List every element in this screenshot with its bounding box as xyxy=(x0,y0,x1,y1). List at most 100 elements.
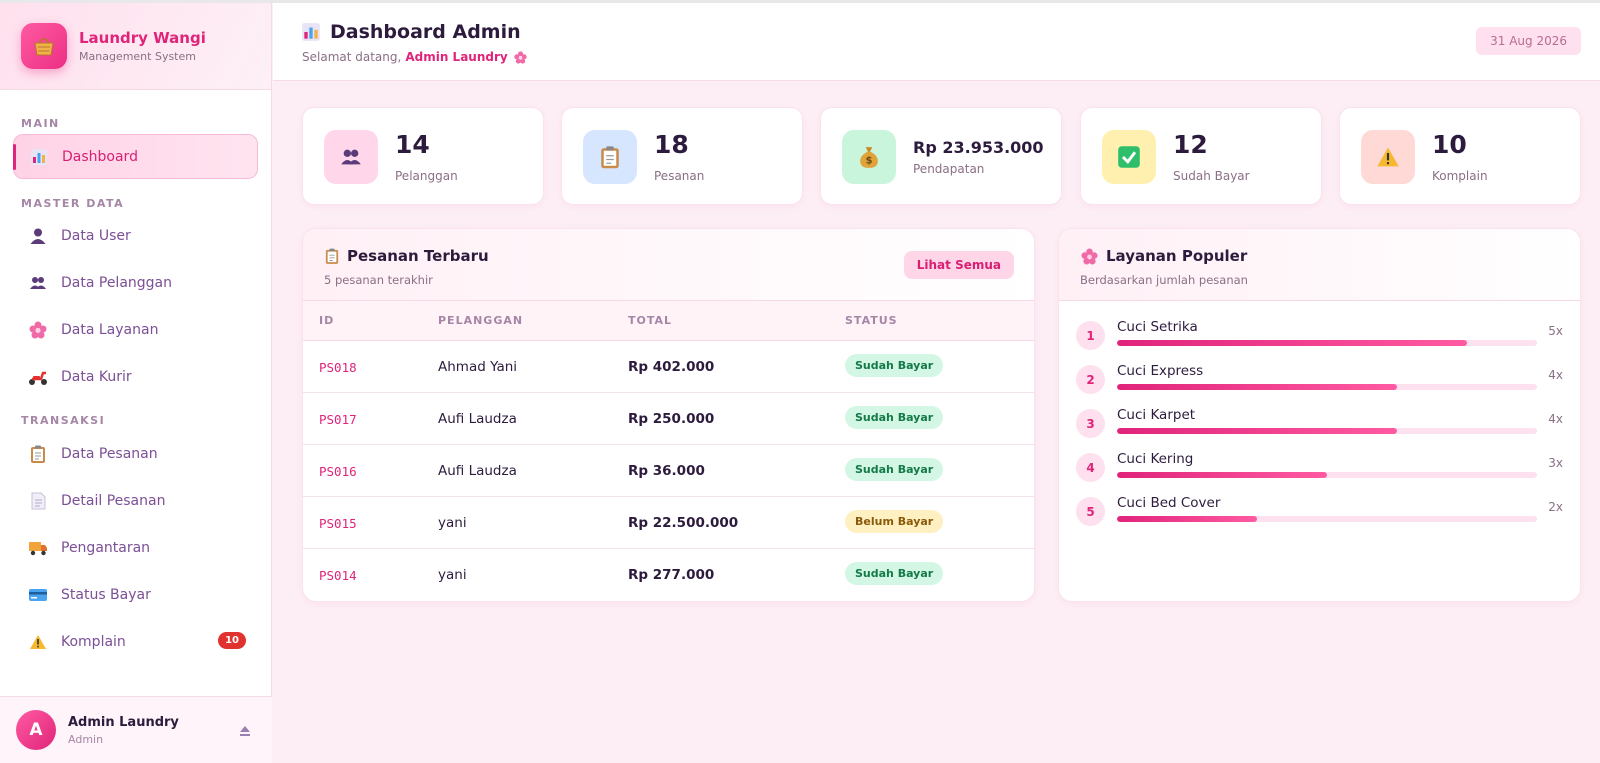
column-header-total[interactable]: TOTAL xyxy=(628,314,672,327)
stat-card-sudah-bayar[interactable]: 12 Sudah Bayar xyxy=(1080,107,1322,205)
sidebar-item-detail-pesanan[interactable]: Detail Pesanan xyxy=(13,478,258,523)
brand-name: Laundry Wangi xyxy=(79,29,206,47)
sidebar-item-data-user[interactable]: Data User xyxy=(13,213,258,258)
view-all-button[interactable]: Lihat Semua xyxy=(903,251,1014,279)
stat-label: Sudah Bayar xyxy=(1173,169,1250,183)
komplain-count-badge: 10 xyxy=(218,632,246,649)
sidebar-item-status-bayar[interactable]: Status Bayar xyxy=(13,572,258,617)
user-name: Admin Laundry xyxy=(68,714,179,730)
table-row[interactable]: PS014 yani Rp 277.000 Sudah Bayar xyxy=(303,549,1034,601)
service-progress-fill xyxy=(1117,428,1398,434)
page-title-text: Dashboard Admin xyxy=(330,21,521,43)
eject-icon[interactable] xyxy=(238,723,252,737)
chart-icon xyxy=(28,146,50,168)
service-rank: 5 xyxy=(1076,497,1105,526)
service-name: Cuci Express xyxy=(1117,363,1204,379)
service-count: 2x xyxy=(1548,500,1563,514)
sidebar-item-label: Data User xyxy=(61,227,131,244)
panel-header: Layanan Populer Berdasarkan jumlah pesan… xyxy=(1059,229,1580,301)
column-header-status[interactable]: STATUS xyxy=(845,314,898,327)
sidebar-item-data-layanan[interactable]: Data Layanan xyxy=(13,307,258,352)
stat-card-komplain[interactable]: 10 Komplain xyxy=(1339,107,1581,205)
brand-subtitle: Management System xyxy=(79,50,196,63)
sidebar-item-data-kurir[interactable]: Data Kurir xyxy=(13,354,258,399)
sidebar-item-komplain[interactable]: Komplain 10 xyxy=(13,619,258,664)
panel-title: Pesanan Terbaru xyxy=(325,247,489,265)
service-item[interactable]: 1 Cuci Setrika 5x xyxy=(1076,319,1563,359)
order-total: Rp 22.500.000 xyxy=(628,515,739,531)
order-total: Rp 250.000 xyxy=(628,411,715,427)
popular-services-panel: Layanan Populer Berdasarkan jumlah pesan… xyxy=(1058,228,1581,602)
service-rank: 3 xyxy=(1076,409,1105,438)
panel-subtitle: Berdasarkan jumlah pesanan xyxy=(1080,273,1248,287)
order-id[interactable]: PS014 xyxy=(319,568,357,583)
greeting: Selamat datang, Admin Laundry xyxy=(302,50,527,64)
money-bag-icon: $ xyxy=(842,130,896,184)
service-name: Cuci Karpet xyxy=(1117,407,1196,423)
order-id[interactable]: PS018 xyxy=(319,360,357,375)
sidebar-item-pengantaran[interactable]: Pengantaran xyxy=(13,525,258,570)
service-progress-bar xyxy=(1117,428,1537,434)
service-name: Cuci Setrika xyxy=(1117,319,1198,335)
stat-value: 18 xyxy=(654,130,689,159)
panel-header: Pesanan Terbaru 5 pesanan terakhir Lihat… xyxy=(303,229,1034,301)
stat-card-pendapatan[interactable]: $ Rp 23.953.000 Pendapatan xyxy=(820,107,1062,205)
laundry-basket-icon xyxy=(21,23,67,69)
service-name: Cuci Kering xyxy=(1117,451,1194,467)
sidebar-item-dashboard[interactable]: Dashboard xyxy=(13,134,258,179)
table-row[interactable]: PS015 yani Rp 22.500.000 Belum Bayar xyxy=(303,497,1034,549)
order-total: Rp 402.000 xyxy=(628,359,715,375)
service-progress-bar xyxy=(1117,472,1537,478)
flower-icon xyxy=(27,319,49,341)
service-count: 4x xyxy=(1548,368,1563,382)
service-progress-bar xyxy=(1117,516,1537,522)
service-rank: 4 xyxy=(1076,453,1105,482)
brand[interactable]: Laundry Wangi Management System xyxy=(0,3,271,90)
nav-section-main: MAIN xyxy=(21,117,60,130)
order-customer: yani xyxy=(438,515,467,531)
recent-orders-panel: Pesanan Terbaru 5 pesanan terakhir Lihat… xyxy=(302,228,1035,602)
users-icon xyxy=(27,272,49,294)
clipboard-icon xyxy=(325,248,339,264)
sidebar-item-label: Pengantaran xyxy=(61,539,151,556)
order-customer: yani xyxy=(438,567,467,583)
service-count: 4x xyxy=(1548,412,1563,426)
greeting-name: Admin Laundry xyxy=(405,50,508,64)
service-progress-fill xyxy=(1117,340,1468,346)
order-id[interactable]: PS015 xyxy=(319,516,357,531)
order-customer: Ahmad Yani xyxy=(438,359,518,375)
service-item[interactable]: 4 Cuci Kering 3x xyxy=(1076,451,1563,491)
column-header-id[interactable]: ID xyxy=(319,314,334,327)
sidebar-item-data-pelanggan[interactable]: Data Pelanggan xyxy=(13,260,258,305)
column-header-pelanggan[interactable]: PELANGGAN xyxy=(438,314,523,327)
orders-table-body: PS018 Ahmad Yani Rp 402.000 Sudah Bayar PS01… xyxy=(303,341,1034,601)
service-item[interactable]: 2 Cuci Express 4x xyxy=(1076,363,1563,403)
flower-icon xyxy=(514,50,527,64)
date-badge: 31 Aug 2026 xyxy=(1476,27,1581,55)
stat-value: 14 xyxy=(395,130,430,159)
warning-icon xyxy=(27,631,49,653)
document-icon xyxy=(27,490,49,512)
nav-section-transaksi: TRANSAKSI xyxy=(21,414,106,427)
service-item[interactable]: 3 Cuci Karpet 4x xyxy=(1076,407,1563,447)
stat-card-pesanan[interactable]: 18 Pesanan xyxy=(561,107,803,205)
order-total: Rp 277.000 xyxy=(628,567,715,583)
panel-subtitle: 5 pesanan terakhir xyxy=(324,273,433,287)
sidebar-item-label: Data Layanan xyxy=(61,321,159,338)
table-row[interactable]: PS017 Aufi Laudza Rp 250.000 Sudah Bayar xyxy=(303,393,1034,445)
truck-icon xyxy=(27,537,49,559)
chart-icon xyxy=(301,22,321,42)
sidebar-item-label: Dashboard xyxy=(62,148,138,165)
sidebar-item-data-pesanan[interactable]: Data Pesanan xyxy=(13,431,258,476)
table-row[interactable]: PS016 Aufi Laudza Rp 36.000 Sudah Bayar xyxy=(303,445,1034,497)
sidebar-item-label: Data Pesanan xyxy=(61,445,158,462)
user-profile[interactable]: A Admin Laundry Admin xyxy=(0,696,272,763)
page-header: Dashboard Admin Selamat datang, Admin La… xyxy=(273,3,1600,81)
order-id[interactable]: PS016 xyxy=(319,464,357,479)
order-id[interactable]: PS017 xyxy=(319,412,357,427)
warning-icon xyxy=(1361,130,1415,184)
service-item[interactable]: 5 Cuci Bed Cover 2x xyxy=(1076,495,1563,535)
table-row[interactable]: PS018 Ahmad Yani Rp 402.000 Sudah Bayar xyxy=(303,341,1034,393)
panel-title-text: Layanan Populer xyxy=(1106,247,1248,265)
stat-card-pelanggan[interactable]: 14 Pelanggan xyxy=(302,107,544,205)
